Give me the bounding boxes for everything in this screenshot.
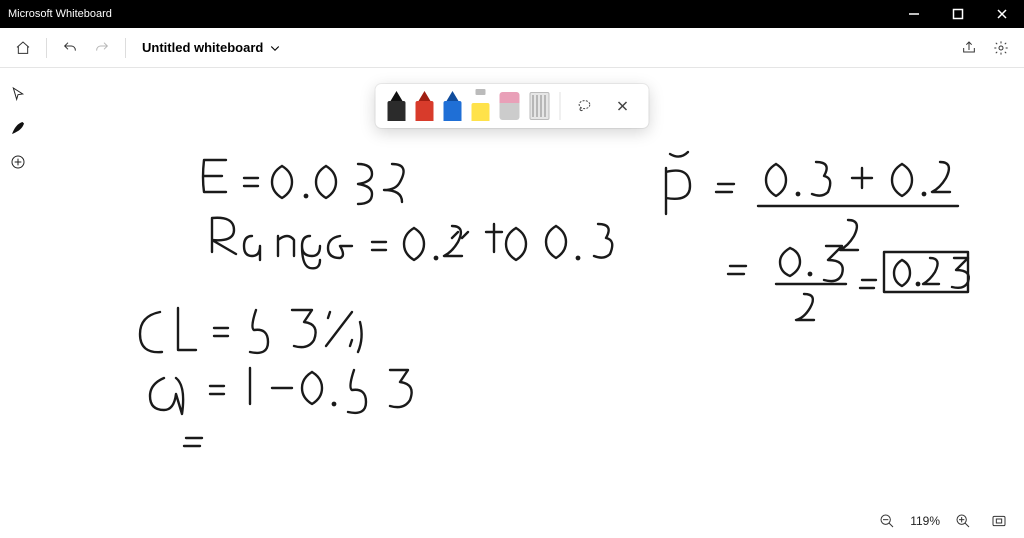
home-button[interactable] xyxy=(10,35,36,61)
pen-red[interactable] xyxy=(416,91,434,121)
pen-tray xyxy=(376,84,649,128)
pen-blue[interactable] xyxy=(444,91,462,121)
redo-button[interactable] xyxy=(89,35,115,61)
lasso-select-button[interactable] xyxy=(571,92,599,120)
close-button[interactable] xyxy=(980,0,1024,28)
ink-layer xyxy=(0,68,1024,504)
share-button[interactable] xyxy=(956,35,982,61)
tray-separator xyxy=(560,92,561,120)
maximize-button[interactable] xyxy=(936,0,980,28)
pen-black[interactable] xyxy=(388,91,406,121)
toolbar-separator xyxy=(125,38,126,58)
left-tool-rail xyxy=(0,68,36,174)
status-bar: 119% xyxy=(862,504,1024,538)
window-controls xyxy=(892,0,1024,28)
fit-screen-button[interactable] xyxy=(986,508,1012,534)
close-tray-button[interactable] xyxy=(609,92,637,120)
undo-button[interactable] xyxy=(57,35,83,61)
top-toolbar: Untitled whiteboard xyxy=(0,28,1024,68)
ruler-tool[interactable] xyxy=(530,92,550,120)
document-title-dropdown[interactable]: Untitled whiteboard xyxy=(136,36,287,59)
select-tool-button[interactable] xyxy=(6,82,30,106)
zoom-out-button[interactable] xyxy=(874,508,900,534)
ink-tool-button[interactable] xyxy=(6,116,30,140)
eraser-tool[interactable] xyxy=(500,92,520,120)
highlighter-yellow[interactable] xyxy=(472,91,490,121)
minimize-button[interactable] xyxy=(892,0,936,28)
add-button[interactable] xyxy=(6,150,30,174)
document-title-text: Untitled whiteboard xyxy=(142,40,263,55)
settings-button[interactable] xyxy=(988,35,1014,61)
zoom-level-label: 119% xyxy=(910,514,940,528)
chevron-down-icon xyxy=(269,42,281,54)
zoom-in-button[interactable] xyxy=(950,508,976,534)
canvas-area[interactable] xyxy=(0,68,1024,504)
toolbar-separator xyxy=(46,38,47,58)
app-title: Microsoft Whiteboard xyxy=(8,8,112,20)
window-titlebar: Microsoft Whiteboard xyxy=(0,0,1024,28)
